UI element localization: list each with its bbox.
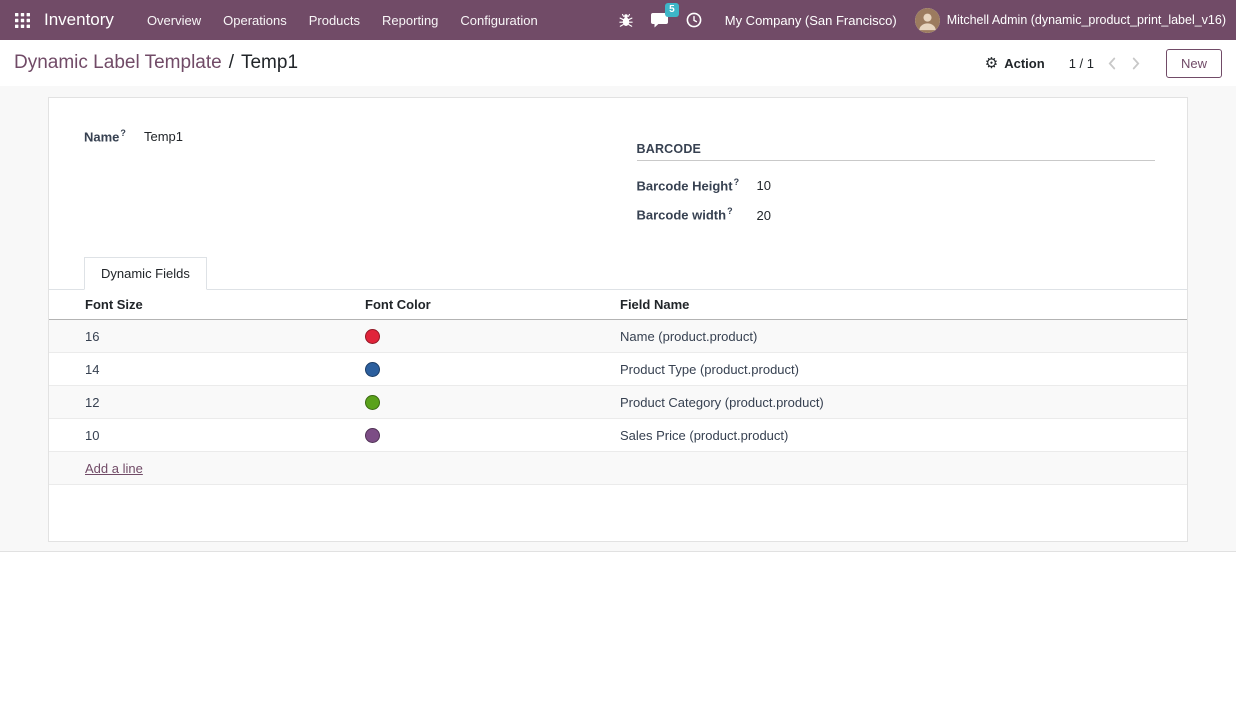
nav-item-reporting[interactable]: Reporting xyxy=(371,0,449,40)
main-menu: Overview Operations Products Reporting C… xyxy=(136,0,549,40)
bug-icon xyxy=(619,12,633,28)
field-name-cell[interactable]: Product Category (product.product) xyxy=(620,386,1187,419)
user-menu[interactable]: Mitchell Admin (dynamic_product_print_la… xyxy=(911,8,1230,33)
breadcrumb-current: Temp1 xyxy=(241,52,298,73)
action-menu-button[interactable]: ⚙ Action xyxy=(985,56,1045,71)
content-area: Name? Temp1 BARCODE Barcode Height? 10 B… xyxy=(0,86,1236,552)
user-photo-icon xyxy=(915,8,940,33)
add-line-row: Add a line xyxy=(49,452,1187,485)
add-line-link[interactable]: Add a line xyxy=(85,461,143,476)
avatar xyxy=(915,8,940,33)
add-line-cell: Add a line xyxy=(49,452,1187,485)
form-right-column: BARCODE Barcode Height? 10 Barcode width… xyxy=(620,126,1156,236)
table-row[interactable]: 10 Sales Price (product.product) xyxy=(49,419,1187,452)
barcode-height-row: Barcode Height? 10 xyxy=(637,177,1156,193)
font-color-cell[interactable] xyxy=(365,419,620,452)
font-size-cell[interactable]: 16 xyxy=(49,320,365,353)
debug-button[interactable] xyxy=(609,0,643,40)
top-navbar: Inventory Overview Operations Products R… xyxy=(0,0,1236,40)
systray: 5 My Company (San Francisco) Mitchell Ad… xyxy=(609,0,1230,40)
help-marker: ? xyxy=(120,128,126,138)
activities-button[interactable] xyxy=(677,0,711,40)
nav-item-operations[interactable]: Operations xyxy=(212,0,298,40)
font-size-cell[interactable]: 10 xyxy=(49,419,365,452)
apps-grid-icon xyxy=(15,13,30,28)
table-header-row: Font Size Font Color Field Name xyxy=(49,290,1187,320)
barcode-height-label: Barcode Height? xyxy=(637,177,757,193)
barcode-width-value[interactable]: 20 xyxy=(757,208,771,223)
nav-item-products[interactable]: Products xyxy=(298,0,371,40)
font-color-cell[interactable] xyxy=(365,320,620,353)
barcode-width-row: Barcode width? 20 xyxy=(637,206,1156,222)
color-swatch[interactable] xyxy=(365,329,380,344)
font-size-cell[interactable]: 12 xyxy=(49,386,365,419)
form-top: Name? Temp1 BARCODE Barcode Height? 10 B… xyxy=(84,126,1155,236)
field-name-cell[interactable]: Sales Price (product.product) xyxy=(620,419,1187,452)
breadcrumb-separator: / xyxy=(229,52,234,73)
chevron-left-icon xyxy=(1108,57,1116,70)
pager-previous-button[interactable] xyxy=(1106,55,1118,72)
control-panel: Dynamic Label Template / Temp1 ⚙ Action 1 … xyxy=(0,40,1236,86)
app-name[interactable]: Inventory xyxy=(44,10,114,30)
field-name-cell[interactable]: Product Type (product.product) xyxy=(620,353,1187,386)
table-row[interactable]: 14 Product Type (product.product) xyxy=(49,353,1187,386)
chevron-right-icon xyxy=(1132,57,1140,70)
font-size-cell[interactable]: 14 xyxy=(49,353,365,386)
help-marker: ? xyxy=(734,177,740,187)
color-swatch[interactable] xyxy=(365,395,380,410)
nav-item-configuration[interactable]: Configuration xyxy=(449,0,548,40)
gear-icon: ⚙ xyxy=(985,56,998,71)
notebook-tabs: Dynamic Fields xyxy=(49,257,1187,290)
breadcrumb-parent-link[interactable]: Dynamic Label Template xyxy=(14,52,222,73)
column-header-font-color[interactable]: Font Color xyxy=(365,290,620,320)
dynamic-fields-table: Font Size Font Color Field Name 16 Name … xyxy=(49,290,1187,486)
barcode-section-title: BARCODE xyxy=(637,142,1156,161)
color-swatch[interactable] xyxy=(365,428,380,443)
company-switcher[interactable]: My Company (San Francisco) xyxy=(711,13,911,28)
nav-item-overview[interactable]: Overview xyxy=(136,0,212,40)
user-name: Mitchell Admin (dynamic_product_print_la… xyxy=(947,13,1226,27)
name-label: Name? xyxy=(84,128,144,144)
messages-button[interactable]: 5 xyxy=(643,0,677,40)
pager-buttons xyxy=(1106,55,1142,72)
column-header-field-name[interactable]: Field Name xyxy=(620,290,1187,320)
form-sheet: Name? Temp1 BARCODE Barcode Height? 10 B… xyxy=(48,97,1188,542)
clock-icon xyxy=(686,12,702,28)
table-row[interactable]: 16 Name (product.product) xyxy=(49,320,1187,353)
control-panel-actions: ⚙ Action 1 / 1 New xyxy=(985,49,1222,78)
notebook: Dynamic Fields Font Size Font Color Fiel… xyxy=(49,257,1187,486)
name-value[interactable]: Temp1 xyxy=(144,129,183,144)
font-color-cell[interactable] xyxy=(365,386,620,419)
help-marker: ? xyxy=(727,206,733,216)
barcode-height-value[interactable]: 10 xyxy=(757,178,771,193)
font-color-cell[interactable] xyxy=(365,353,620,386)
field-name-cell[interactable]: Name (product.product) xyxy=(620,320,1187,353)
pager: 1 / 1 xyxy=(1069,55,1142,72)
action-label: Action xyxy=(1004,56,1044,71)
color-swatch[interactable] xyxy=(365,362,380,377)
barcode-width-label: Barcode width? xyxy=(637,206,757,222)
breadcrumb: Dynamic Label Template / Temp1 xyxy=(14,52,298,74)
new-button[interactable]: New xyxy=(1166,49,1222,78)
table-row[interactable]: 12 Product Category (product.product) xyxy=(49,386,1187,419)
apps-menu-button[interactable] xyxy=(0,0,44,40)
pager-value[interactable]: 1 / 1 xyxy=(1069,56,1094,71)
tab-dynamic-fields[interactable]: Dynamic Fields xyxy=(84,257,207,290)
pager-next-button[interactable] xyxy=(1130,55,1142,72)
name-field-row: Name? Temp1 xyxy=(84,128,620,144)
form-left-column: Name? Temp1 xyxy=(84,126,620,236)
column-header-font-size[interactable]: Font Size xyxy=(49,290,365,320)
